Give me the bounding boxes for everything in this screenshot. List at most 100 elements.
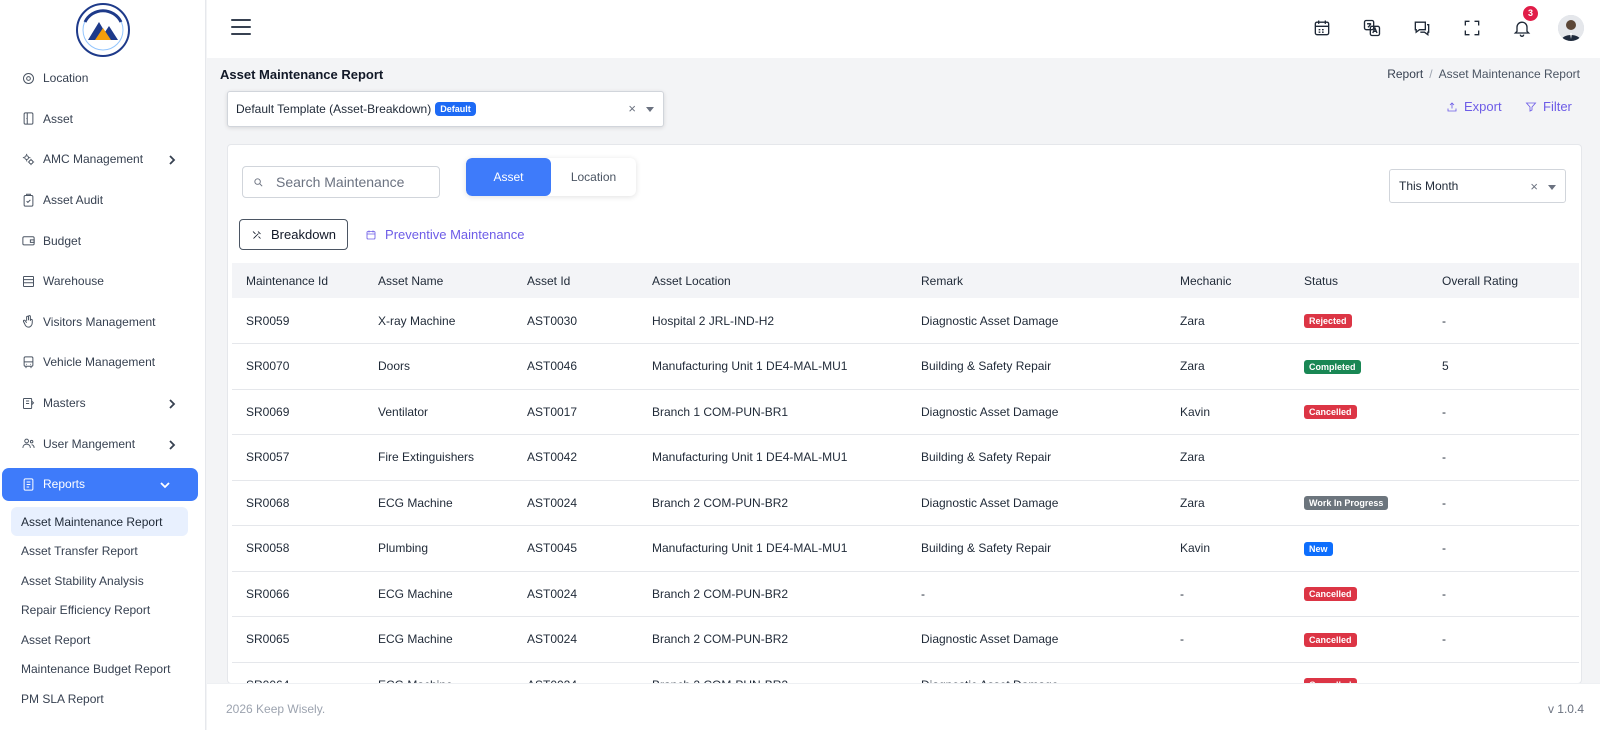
hamburger-menu-icon[interactable]	[231, 19, 251, 37]
column-header[interactable]: Asset Name	[364, 263, 513, 298]
table-row[interactable]: SR0058 Plumbing AST0045 Manufacturing Unit …	[232, 525, 1579, 572]
toggle-asset[interactable]: Asset	[466, 158, 551, 196]
cell-remark: Diagnostic Asset Damage	[907, 298, 1166, 344]
cell-asset-id: AST0017	[513, 389, 638, 435]
bell-icon[interactable]: 3	[1508, 6, 1538, 42]
cell-mechanic: -	[1166, 616, 1290, 663]
fullscreen-icon[interactable]	[1458, 14, 1486, 42]
chat-icon[interactable]	[1408, 14, 1436, 42]
template-select[interactable]: Default Template (Asset-Breakdown) Defau…	[227, 91, 664, 127]
status-cell: Completed	[1290, 343, 1428, 390]
footer-copyright: 2026 Keep Wisely.	[226, 702, 326, 716]
table-row[interactable]: SR0057 Fire Extinguishers AST0042 Manufactu…	[232, 434, 1579, 481]
submenu-item-pm-sla-report[interactable]: PM SLA Report	[0, 684, 205, 714]
column-header[interactable]: Mechanic	[1166, 263, 1290, 298]
location-target-icon	[20, 70, 36, 86]
sidebar-item-warehouse[interactable]: Warehouse	[0, 261, 205, 302]
breadcrumb-root-link[interactable]: Report	[1387, 67, 1423, 81]
default-badge: Default	[435, 102, 476, 116]
cell-remark: Building & Safety Repair	[907, 343, 1166, 390]
cell-rating: 5	[1428, 343, 1579, 390]
template-clear-icon[interactable]: ×	[628, 101, 636, 116]
sidebar-item-label: Vehicle Management	[43, 355, 156, 370]
column-header[interactable]: Maintenance Id	[232, 263, 364, 298]
sidebar-item-asset-audit[interactable]: Asset Audit	[0, 180, 205, 221]
table-row[interactable]: SR0059 X-ray Machine AST0030 Hospital 2 JRL…	[232, 298, 1579, 344]
tab-preventive-maintenance[interactable]: Preventive Maintenance	[354, 219, 535, 250]
search-box[interactable]	[242, 166, 440, 198]
column-header[interactable]: Overall Rating	[1428, 263, 1579, 298]
cell-mechanic: Zara	[1166, 434, 1290, 481]
period-dropdown-caret-icon[interactable]	[1548, 185, 1556, 190]
search-input[interactable]	[276, 174, 426, 190]
submenu-item-asset-stability-analysis[interactable]: Asset Stability Analysis	[0, 566, 205, 596]
table-row[interactable]: SR0068 ECG Machine AST0024 Branch 2 COM-PUN…	[232, 480, 1579, 526]
column-header[interactable]: Status	[1290, 263, 1428, 298]
brand-logo[interactable]	[0, 0, 205, 58]
cell-name: Plumbing	[364, 525, 513, 572]
sidebar-item-amc-management[interactable]: AMC Management	[0, 139, 205, 180]
topbar: 3	[207, 0, 1600, 58]
sidebar-item-user-mangement[interactable]: User Mangement	[0, 423, 205, 464]
submenu-item-asset-transfer-report[interactable]: Asset Transfer Report	[0, 536, 205, 566]
filter-label: Filter	[1543, 99, 1572, 114]
column-header[interactable]: Remark	[907, 263, 1166, 298]
status-badge: New	[1304, 541, 1333, 556]
cell-rating: -	[1428, 480, 1579, 526]
status-cell	[1290, 434, 1428, 481]
column-header[interactable]: Asset Id	[513, 263, 638, 298]
column-header[interactable]: Asset Location	[638, 263, 907, 298]
table-row[interactable]: SR0065 ECG Machine AST0024 Branch 2 COM-PUN…	[232, 616, 1579, 663]
cell-rating: -	[1428, 434, 1579, 481]
table-row[interactable]: SR0064ECG MachineAST0024Branch 2 COM-PUN…	[232, 662, 1579, 683]
submenu-item-asset-report[interactable]: Asset Report	[0, 625, 205, 655]
sidebar-item-label: Masters	[43, 396, 86, 411]
avatar[interactable]	[1558, 15, 1584, 41]
gears-icon	[20, 151, 36, 167]
submenu-item-maintenance-budget-report[interactable]: Maintenance Budget Report	[0, 654, 205, 684]
period-clear-icon[interactable]: ×	[1530, 179, 1538, 194]
cell-id: SR0068	[232, 480, 364, 526]
tab-preventive-label: Preventive Maintenance	[385, 227, 525, 242]
calendar-icon[interactable]	[1308, 14, 1336, 42]
export-upload-icon	[1447, 101, 1457, 111]
cell-remark: Diagnostic Asset Damage	[907, 480, 1166, 526]
sidebar-item-visitors-management[interactable]: Visitors Management	[0, 302, 205, 343]
submenu-item-repair-efficiency-report[interactable]: Repair Efficiency Report	[0, 595, 205, 625]
filter-button[interactable]: Filter	[1525, 99, 1572, 114]
period-select[interactable]: This Month ×	[1389, 169, 1566, 203]
sidebar-item-budget[interactable]: Budget	[0, 220, 205, 261]
cell-name: Fire Extinguishers	[364, 434, 513, 481]
bus-icon	[20, 354, 36, 370]
cell-name: ECG Machine	[364, 662, 513, 683]
cell-rating: -	[1428, 662, 1579, 683]
cell-mechanic: -	[1166, 571, 1290, 617]
table-row[interactable]: SR0070 Doors AST0046 Manufacturing Unit 1 D…	[232, 343, 1579, 390]
table-row[interactable]: SR0066 ECG Machine AST0024 Branch 2 COM-PUN…	[232, 571, 1579, 617]
template-dropdown-caret-icon[interactable]	[646, 107, 654, 112]
asset-location-toggle: Asset Location	[466, 158, 636, 196]
table-row[interactable]: SR0069 Ventilator AST0017 Branch 1 COM-PUN-…	[232, 389, 1579, 435]
table-body: SR0059 X-ray Machine AST0030 Hospital 2 JRL…	[232, 298, 1579, 683]
sidebar-item-location[interactable]: Location	[0, 58, 205, 99]
cell-asset-id: AST0024	[513, 571, 638, 617]
sidebar-item-asset[interactable]: Asset	[0, 99, 205, 140]
sidebar-item-label: Visitors Management	[43, 314, 156, 329]
cell-mechanic: Kavin	[1166, 525, 1290, 572]
submenu-item-asset-maintenance-report[interactable]: Asset Maintenance Report	[11, 506, 188, 537]
sidebar: Location Asset AMC Management Asset Audit Bu…	[0, 0, 206, 730]
toggle-location[interactable]: Location	[551, 158, 636, 196]
sidebar-item-label: Asset Audit	[43, 193, 104, 208]
tools-icon	[252, 230, 261, 239]
export-button[interactable]: Export	[1446, 99, 1502, 114]
sidebar-item-masters[interactable]: Masters	[0, 383, 205, 424]
sidebar-item-reports[interactable]: Reports	[2, 467, 198, 501]
cell-name: ECG Machine	[364, 480, 513, 526]
cell-id: SR0069	[232, 389, 364, 435]
asset-door-icon	[20, 111, 36, 127]
sidebar-item-vehicle-management[interactable]: Vehicle Management	[0, 342, 205, 383]
tab-breakdown[interactable]: Breakdown	[239, 219, 349, 250]
cell-asset-id: AST0024	[513, 480, 638, 526]
translate-icon[interactable]	[1358, 14, 1386, 42]
breadcrumb-current: Asset Maintenance Report	[1438, 67, 1580, 81]
